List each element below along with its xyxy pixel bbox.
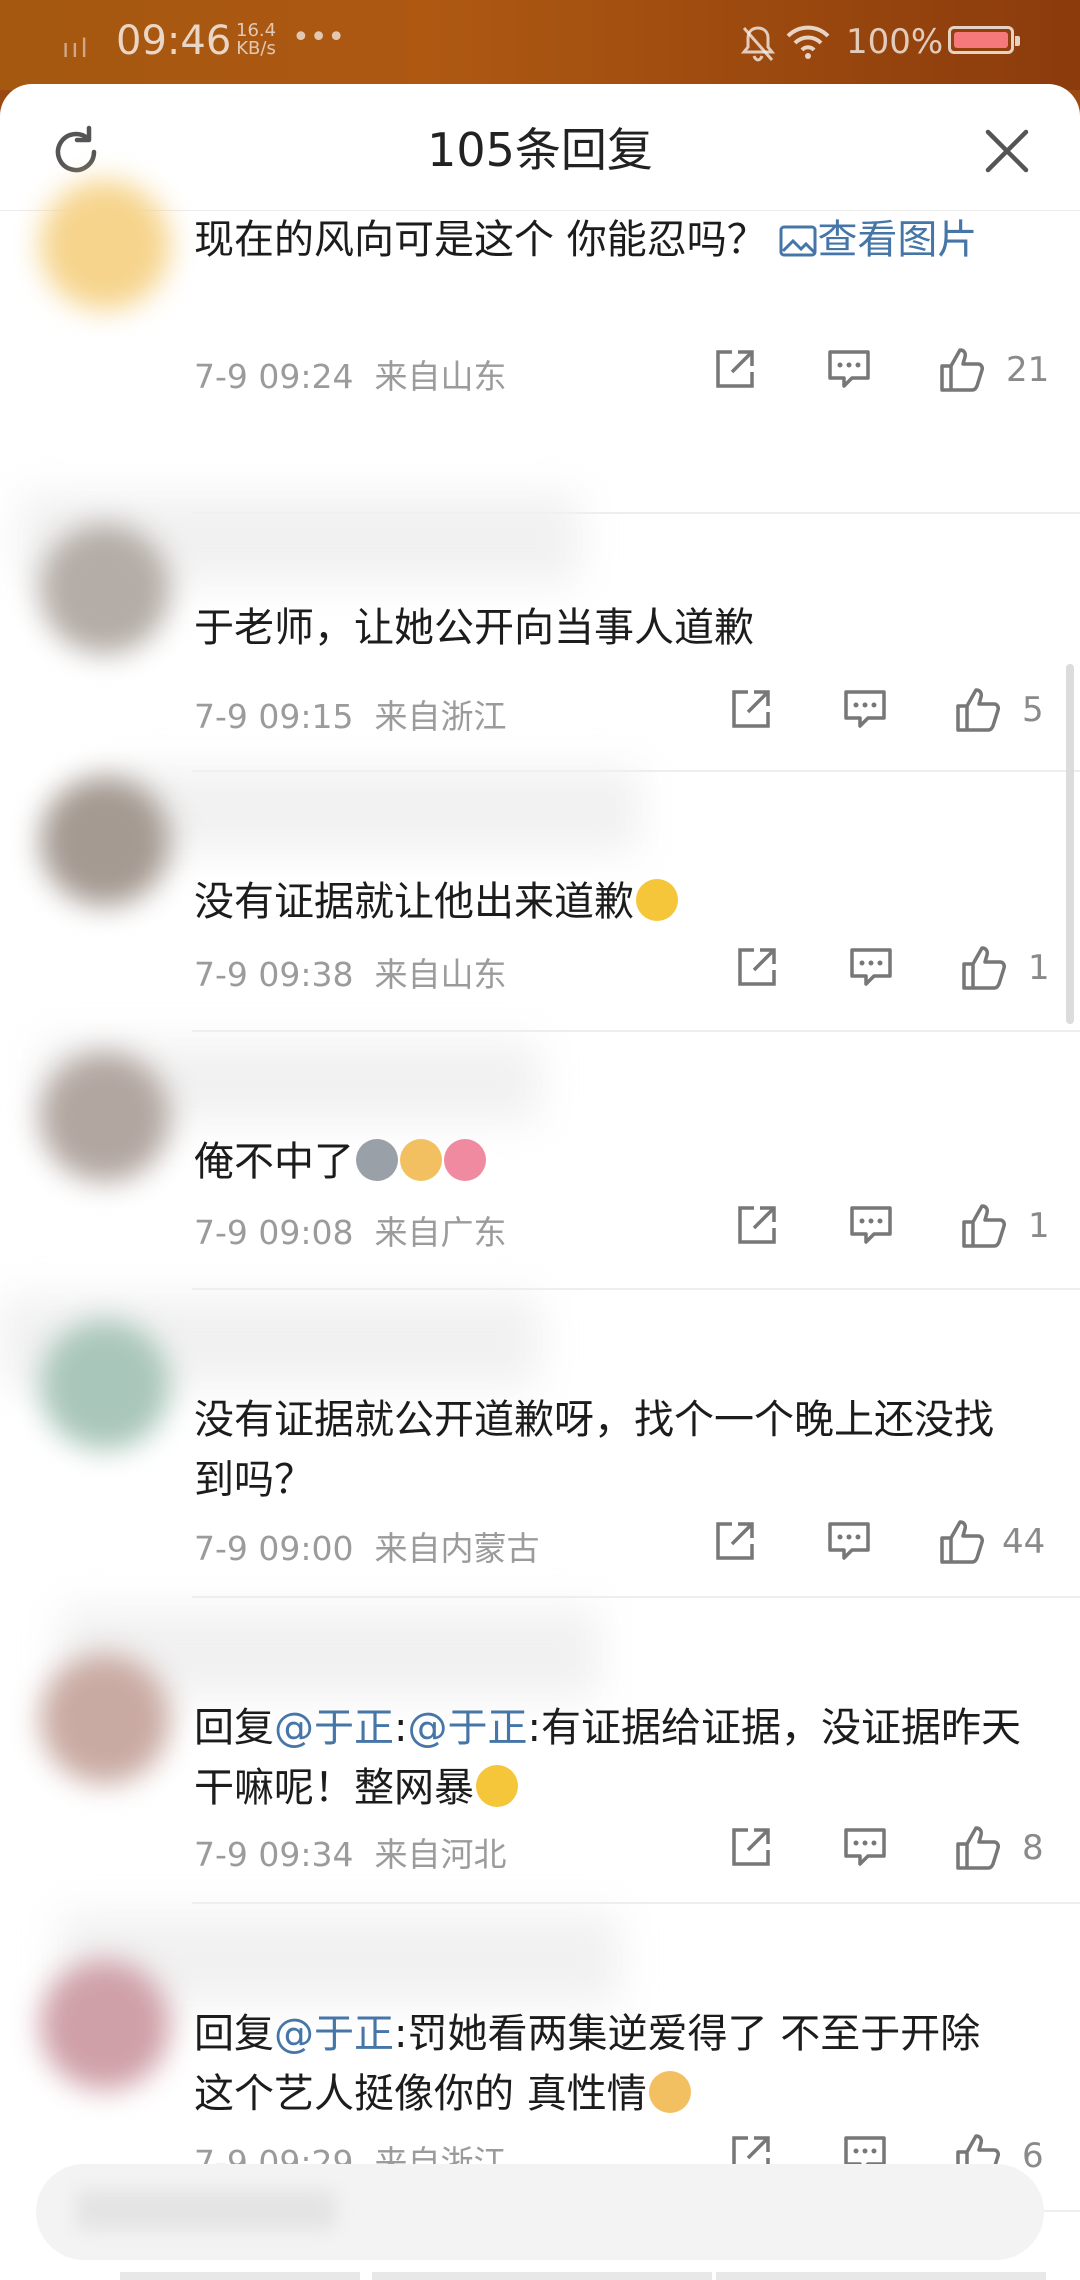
like-count: 1: [1028, 948, 1050, 988]
reply-text: 现在的风向可是这个 你能忍吗？ 查看图片: [194, 217, 978, 263]
close-icon[interactable]: [982, 126, 1032, 176]
share-icon[interactable]: [734, 944, 780, 990]
comment-icon[interactable]: [842, 1824, 888, 1870]
like-icon[interactable]: [938, 344, 988, 394]
comment-icon[interactable]: [842, 686, 888, 732]
scrollbar[interactable]: [1066, 664, 1074, 1024]
like-icon[interactable]: [954, 1822, 1004, 1872]
reply-meta: 7-9 09:34 来自河北: [194, 1835, 507, 1874]
avatar[interactable]: [40, 1960, 170, 2090]
mention-link[interactable]: @于正: [274, 1705, 394, 1751]
reply-item: 于老师，让她公开向当事人道歉 7-9 09:15 来自浙江 5: [0, 494, 1080, 772]
like-icon[interactable]: [954, 684, 1004, 734]
like-count: 8: [1022, 1828, 1044, 1868]
avatar[interactable]: [40, 180, 170, 310]
avatar[interactable]: [40, 1320, 170, 1450]
like-icon[interactable]: [960, 942, 1010, 992]
reply-meta: 7-9 09:15 来自浙江: [194, 697, 507, 736]
network-speed: 16.4 KB/s: [236, 20, 277, 59]
share-icon[interactable]: [712, 346, 758, 392]
signal-icon: ııl: [62, 34, 90, 64]
like-icon[interactable]: [938, 1516, 988, 1566]
husky-emoji-icon: [356, 1139, 398, 1181]
share-icon[interactable]: [728, 686, 774, 732]
reply-item: 回复@于正:@于正:有证据给证据，没证据昨天干嘛呢！整网暴 7-9 09:34 …: [0, 1598, 1080, 1904]
replies-sheet: 105条回复 现在的风向可是这个 你能忍吗？ 查看图片 7-9 09:24 来自…: [0, 84, 1080, 2280]
avatar[interactable]: [40, 776, 170, 906]
reply-meta: 7-9 09:08 来自广东: [194, 1213, 507, 1252]
like-count: 6: [1022, 2136, 1044, 2176]
avatar[interactable]: [40, 1052, 170, 1182]
doge-emoji-icon: [400, 1139, 442, 1181]
smirk-emoji-icon: [476, 1765, 518, 1807]
like-count: 44: [1002, 1522, 1046, 1562]
reply-text: 没有证据就公开道歉呀，找个一个晚上还没找到吗？: [194, 1397, 994, 1503]
reply-text: 没有证据就让他出来道歉: [194, 872, 1034, 932]
status-time: 09:46: [116, 18, 232, 64]
battery-percent: 100%: [846, 22, 944, 62]
reply-meta: 7-9 09:24 来自山东: [194, 357, 507, 396]
reply-item: 俺不中了 7-9 09:08 来自广东 1: [0, 1032, 1080, 1290]
comment-icon[interactable]: [826, 346, 872, 392]
sheet-header: 105条回复: [0, 84, 1080, 211]
like-icon[interactable]: [960, 1200, 1010, 1250]
comment-icon[interactable]: [848, 944, 894, 990]
reply-text: 回复@于正:罚她看两集逆爱得了 不至于开除 这个艺人挺像你的 真性情: [194, 2011, 981, 2117]
share-icon[interactable]: [728, 1824, 774, 1870]
comment-icon[interactable]: [848, 1202, 894, 1248]
reply-item: 现在的风向可是这个 你能忍吗？ 查看图片 7-9 09:24 来自山东 21: [0, 180, 1080, 514]
battery-icon: [948, 26, 1020, 54]
smirk-emoji-icon: [636, 879, 678, 921]
image-icon: [779, 225, 817, 257]
reply-meta: 7-9 09:00 来自内蒙古: [194, 1529, 540, 1568]
like-count: 21: [1006, 350, 1050, 390]
like-count: 5: [1022, 690, 1044, 730]
reply-input[interactable]: [36, 2164, 1044, 2260]
reply-text: 回复@于正:@于正:有证据给证据，没证据昨天干嘛呢！整网暴: [194, 1705, 1021, 1811]
mention-link[interactable]: @于正: [274, 2011, 394, 2057]
share-icon[interactable]: [734, 1202, 780, 1248]
view-image-link[interactable]: 查看图片: [779, 217, 977, 263]
status-bar: ııl 09:46 16.4 KB/s ••• 100%: [0, 0, 1080, 90]
wifi-icon: [786, 25, 830, 59]
hug-emoji-icon: [444, 1139, 486, 1181]
reply-item: 没有证据就公开道歉呀，找个一个晚上还没找到吗？ 7-9 09:00 来自内蒙古 …: [0, 1290, 1080, 1598]
page-title: 105条回复: [427, 123, 653, 177]
avatar[interactable]: [40, 524, 170, 654]
like-count: 1: [1028, 1206, 1050, 1246]
reply-item: 没有证据就让他出来道歉 7-9 09:38 来自山东 1: [0, 768, 1080, 1032]
comment-icon[interactable]: [826, 1518, 872, 1564]
mention-link[interactable]: @于正: [407, 1705, 527, 1751]
reply-meta: 7-9 09:38 来自山东: [194, 955, 507, 994]
share-icon[interactable]: [712, 1518, 758, 1564]
avatar[interactable]: [40, 1654, 170, 1784]
reply-text: 俺不中了: [194, 1132, 1034, 1192]
doge-emoji-icon: [648, 2071, 691, 2113]
more-notifications-icon: •••: [292, 20, 346, 55]
reply-text: 于老师，让她公开向当事人道歉: [194, 605, 754, 651]
mute-bell-icon: [740, 26, 776, 62]
